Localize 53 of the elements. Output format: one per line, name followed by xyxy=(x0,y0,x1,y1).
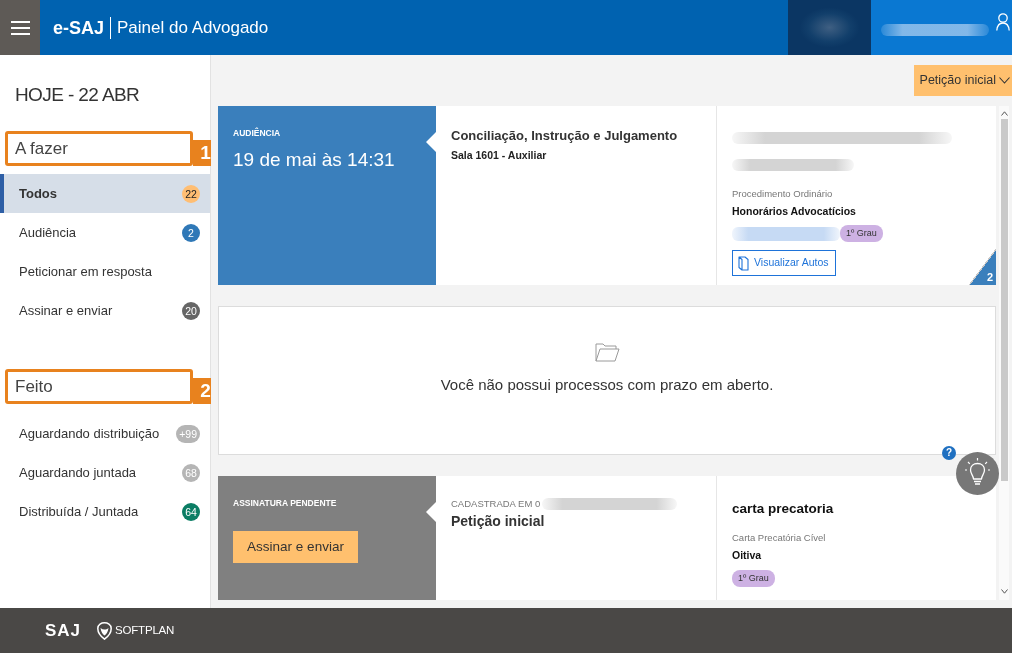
case-subject: Oitiva xyxy=(732,548,763,563)
case-class: Procedimento Ordinário xyxy=(732,187,834,201)
scroll-up-icon xyxy=(1000,111,1008,116)
saj-logo: SAJ xyxy=(45,619,82,642)
scrollbar-thumb[interactable] xyxy=(1000,119,1008,481)
scrollbar[interactable] xyxy=(999,106,1009,600)
count-badge: 20 xyxy=(182,301,200,320)
hearing-type: Conciliação, Instrução e Julgamento xyxy=(451,127,679,145)
date-heading: HOJE - 22 ABR xyxy=(15,83,141,107)
sidebar-item[interactable]: Todos 22 xyxy=(0,174,210,213)
sidebar-item[interactable]: Aguardando juntada 68 xyxy=(0,453,210,492)
sidebar-item[interactable]: Aguardando distribuição +99 xyxy=(0,414,210,453)
filter-dropdown[interactable]: Petição inicial xyxy=(913,65,1012,96)
sidebar-item[interactable]: Audiência 2 xyxy=(0,213,210,252)
document-icon xyxy=(738,255,749,271)
user-menu[interactable] xyxy=(871,0,1012,55)
case-subject: Honorários Advocatícios xyxy=(732,204,857,219)
hearing-room: Sala 1601 - Auxiliar xyxy=(451,148,548,162)
sidebar-item[interactable]: Assinar e enviar 20 xyxy=(0,291,210,330)
lightbulb-icon[interactable] xyxy=(956,452,999,495)
count-badge: 2 xyxy=(182,223,200,242)
help-button[interactable]: ? xyxy=(942,446,956,460)
registered-label: CADASTRADA EM 0 xyxy=(451,497,541,511)
count-badge: 64 xyxy=(182,502,200,521)
panel-category: ASSINATURA PENDENTE xyxy=(233,497,338,509)
menu-button[interactable] xyxy=(0,0,40,55)
count-badge: +99 xyxy=(176,424,200,443)
case-title: carta precatoria xyxy=(732,500,835,518)
section-heading: Feito xyxy=(15,375,53,398)
page-title: Painel do Advogado xyxy=(110,16,269,39)
count-badge: 68 xyxy=(182,463,200,482)
folder-icon xyxy=(594,341,620,363)
shield-icon xyxy=(97,621,113,640)
menu-icon xyxy=(10,20,30,35)
section-heading: A fazer xyxy=(15,137,68,160)
panel-category: AUDIÊNCIA xyxy=(233,127,282,139)
corner-count: 2 xyxy=(969,249,996,285)
softplan-logo: SOFTPLAN xyxy=(115,622,175,638)
empty-message: Você não possui processos com prazo em aberto. xyxy=(440,375,774,395)
chevron-down-icon xyxy=(999,77,1010,84)
sidebar-item[interactable]: Distribuída / Juntada 64 xyxy=(0,492,210,531)
app-name: e-SAJ xyxy=(53,16,105,39)
case-class: Carta Precatória Cível xyxy=(732,531,827,545)
scroll-down-icon xyxy=(1000,589,1008,594)
count-badge: 22 xyxy=(182,184,200,203)
view-records-button[interactable]: Visualizar Autos xyxy=(732,250,836,276)
hearing-datetime: 19 de mai às 14:31 xyxy=(233,148,396,172)
sidebar-item[interactable]: Peticionar em resposta xyxy=(0,252,210,291)
instance-tag: 1º Grau xyxy=(840,225,883,242)
sign-and-send-button[interactable]: Assinar e enviar xyxy=(233,531,358,563)
instance-tag: 1º Grau xyxy=(732,570,775,587)
petition-title: Petição inicial xyxy=(451,512,546,530)
user-icon xyxy=(996,13,1010,31)
